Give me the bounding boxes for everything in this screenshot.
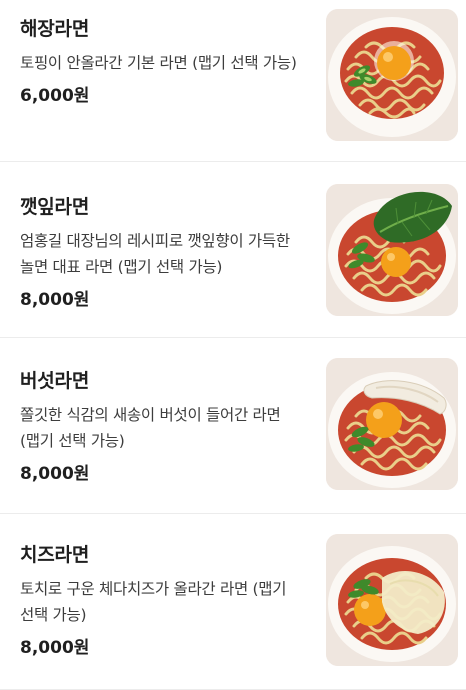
- menu-item-name: 해장라면: [20, 18, 90, 40]
- ramen-perilla-leaf-icon: [326, 184, 458, 316]
- menu-item-name: 깻잎라면: [20, 196, 90, 218]
- menu-item-price: 6,000원: [20, 86, 90, 106]
- menu-item-name: 버섯라면: [20, 370, 90, 392]
- menu-item-perilla-ramen[interactable]: 깻잎라면 엄홍길 대장님의 레시피로 깻잎향이 가득한 놀면 대표 라면 (맵기…: [0, 162, 466, 338]
- menu-item-description: 쫄깃한 식감의 새송이 버섯이 들어간 라면 (맵기 선택 가능): [20, 406, 281, 450]
- menu-item-haejang-ramen[interactable]: 해장라면 토핑이 안올라간 기본 라면 (맵기 선택 가능) 6,000원: [0, 0, 466, 162]
- ramen-egg-scallion-photo[interactable]: [326, 9, 458, 141]
- menu-item-price: 8,000원: [20, 464, 90, 484]
- menu-item-text: 해장라면 토핑이 안올라간 기본 라면 (맵기 선택 가능) 6,000원: [20, 14, 310, 108]
- ramen-cheese-icon: [326, 534, 458, 666]
- menu-item-text: 버섯라면 쫄깃한 식감의 새송이 버섯이 들어간 라면 (맵기 선택 가능) 8…: [20, 366, 310, 486]
- menu-item-text: 치즈라면 토치로 구운 체다치즈가 올라간 라면 (맵기 선택 가능) 8,00…: [20, 540, 310, 660]
- ramen-egg-scallion-icon: [326, 9, 458, 141]
- menu-item-cheese-ramen[interactable]: 치즈라면 토치로 구운 체다치즈가 올라간 라면 (맵기 선택 가능) 8,00…: [0, 514, 466, 690]
- menu-item-price: 8,000원: [20, 290, 90, 310]
- menu-list: 해장라면 토핑이 안올라간 기본 라면 (맵기 선택 가능) 6,000원 깻잎…: [0, 0, 466, 690]
- menu-item-mushroom-ramen[interactable]: 버섯라면 쫄깃한 식감의 새송이 버섯이 들어간 라면 (맵기 선택 가능) 8…: [0, 338, 466, 514]
- ramen-cheese-photo[interactable]: [326, 534, 458, 666]
- ramen-mushroom-icon: [326, 358, 458, 490]
- ramen-mushroom-photo[interactable]: [326, 358, 458, 490]
- menu-item-price: 8,000원: [20, 638, 90, 658]
- menu-item-description: 토핑이 안올라간 기본 라면 (맵기 선택 가능): [20, 54, 297, 72]
- menu-item-description: 엄홍길 대장님의 레시피로 깻잎향이 가득한 놀면 대표 라면 (맵기 선택 가…: [20, 232, 290, 276]
- menu-item-text: 깻잎라면 엄홍길 대장님의 레시피로 깻잎향이 가득한 놀면 대표 라면 (맵기…: [20, 192, 310, 312]
- menu-item-description: 토치로 구운 체다치즈가 올라간 라면 (맵기 선택 가능): [20, 580, 287, 624]
- menu-item-name: 치즈라면: [20, 544, 90, 566]
- ramen-perilla-leaf-photo[interactable]: [326, 184, 458, 316]
